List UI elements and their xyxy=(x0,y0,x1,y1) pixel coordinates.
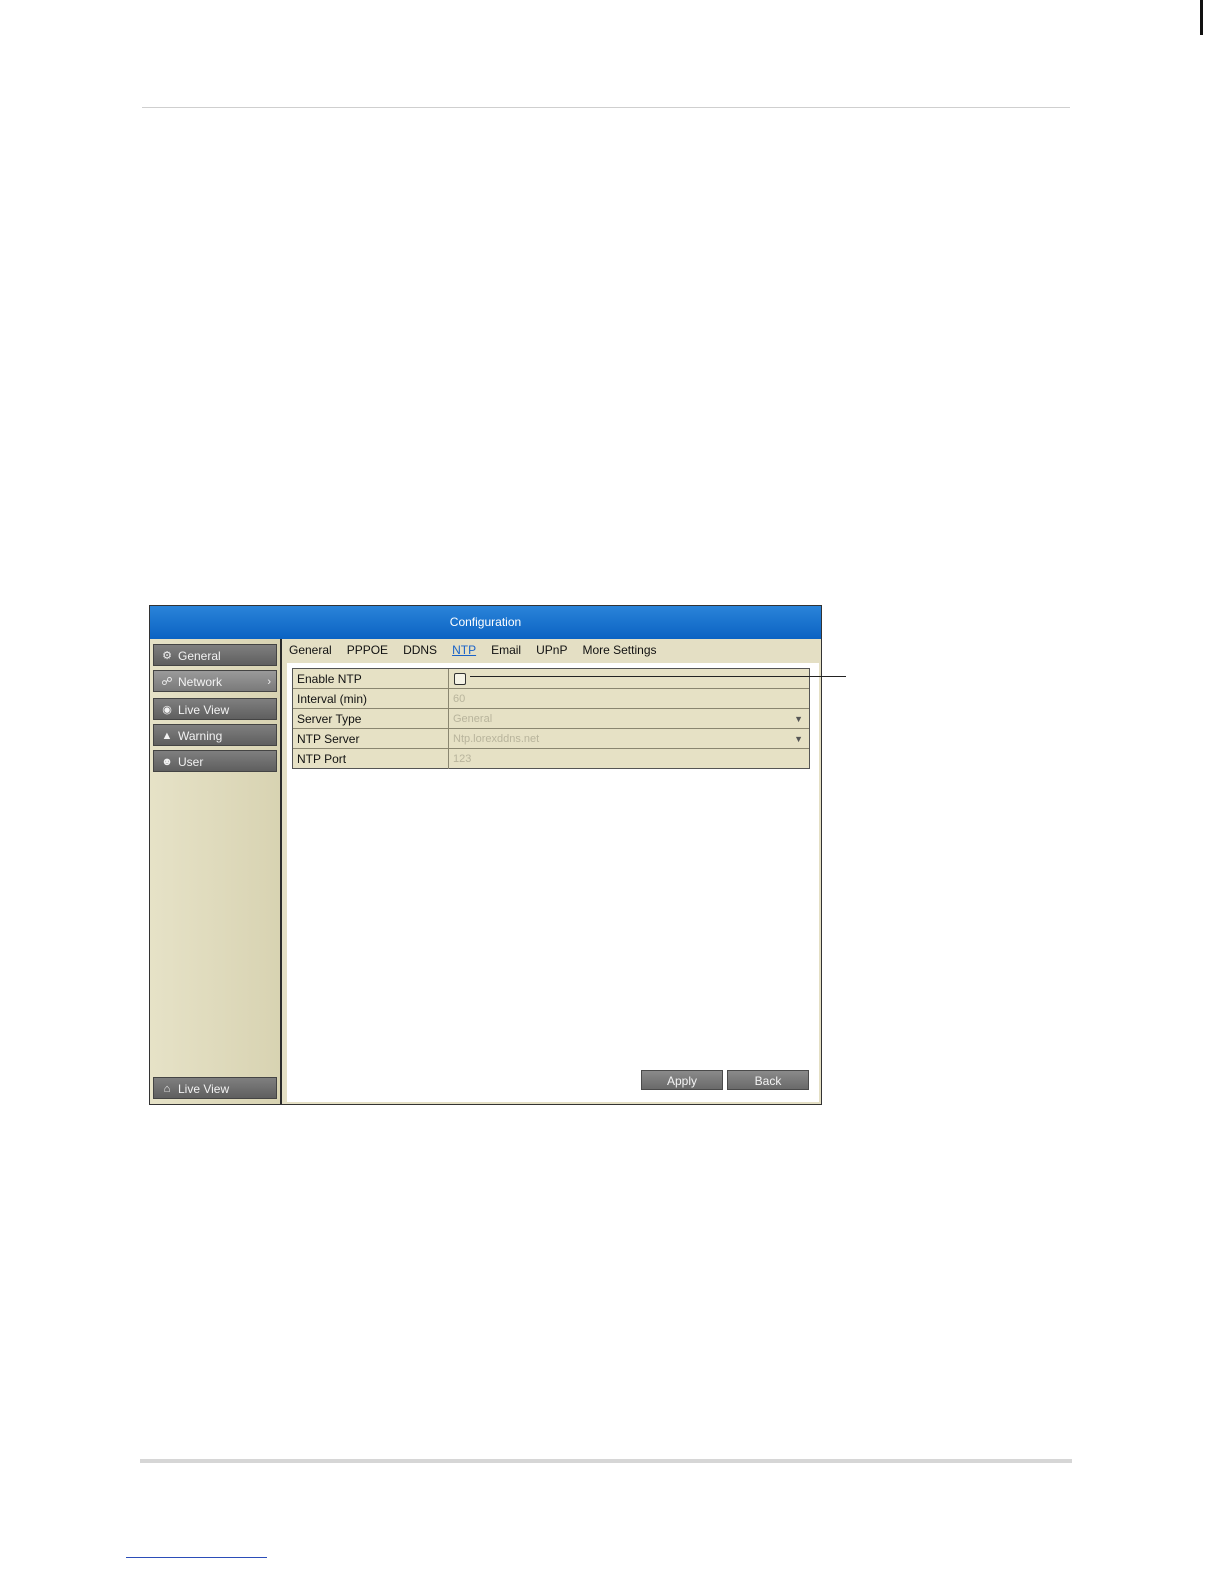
home-icon: ⌂ xyxy=(163,1083,171,1095)
tab-more-settings[interactable]: More Settings xyxy=(582,643,656,657)
tab-upnp[interactable]: UPnP xyxy=(536,643,567,657)
sidebar-item-label: Warning xyxy=(178,729,223,743)
sidebar-item-label: Live View xyxy=(178,703,230,717)
interval-field[interactable]: 60 xyxy=(453,689,805,709)
tab-general[interactable]: General xyxy=(289,643,332,657)
server-type-label: Server Type xyxy=(297,712,362,726)
server-type-select[interactable]: General ▼ xyxy=(453,709,805,729)
footer-link-underline xyxy=(126,1557,267,1558)
ntp-settings-grid: Enable NTP Interval (min) 60 Server Type… xyxy=(292,668,810,769)
row-enable-ntp: Enable NTP xyxy=(293,669,809,689)
sidebar-item-live-view[interactable]: ◉ Live View xyxy=(153,698,277,720)
warning-icon: ▲ xyxy=(161,730,173,742)
header-rule xyxy=(142,107,1070,108)
callout-line xyxy=(470,676,846,677)
window-title: Configuration xyxy=(150,606,821,639)
sidebar-item-warning[interactable]: ▲ Warning xyxy=(153,724,277,746)
tab-pppoe[interactable]: PPPOE xyxy=(347,643,388,657)
eye-icon: ◉ xyxy=(162,704,172,716)
row-ntp-server: NTP Server Ntp.lorexddns.net ▼ xyxy=(293,729,809,749)
tab-email[interactable]: Email xyxy=(491,643,521,657)
enable-ntp-checkbox[interactable] xyxy=(454,673,466,685)
chevron-down-icon: ▼ xyxy=(794,714,803,724)
column-divider xyxy=(448,669,449,688)
configuration-window: Configuration ⚙ General ☍ Network › ◉ Li… xyxy=(149,605,822,1105)
sidebar-item-general[interactable]: ⚙ General xyxy=(153,644,277,666)
chevron-down-icon: ▼ xyxy=(794,734,803,744)
row-ntp-port: NTP Port 123 xyxy=(293,749,809,769)
sidebar-item-user[interactable]: ☻ User xyxy=(153,750,277,772)
tab-bar: General PPPOE DDNS NTP Email UPnP More Setting… xyxy=(289,643,672,663)
chevron-right-icon: › xyxy=(267,676,271,688)
gear-icon: ⚙ xyxy=(162,650,172,662)
apply-button[interactable]: Apply xyxy=(641,1070,723,1090)
main-area: General PPPOE DDNS NTP Email UPnP More Setting… xyxy=(282,639,821,1104)
ntp-server-value: Ntp.lorexddns.net xyxy=(453,733,540,745)
enable-ntp-label: Enable NTP xyxy=(297,672,362,686)
sidebar-item-label: General xyxy=(178,649,221,663)
server-type-value: General xyxy=(453,713,493,725)
tab-ddns[interactable]: DDNS xyxy=(403,643,437,657)
column-divider xyxy=(448,729,449,748)
footer-rule xyxy=(140,1459,1072,1463)
network-icon: ☍ xyxy=(161,676,173,688)
sidebar-item-label: Network xyxy=(178,675,223,689)
page-corner-mark xyxy=(1200,0,1203,35)
ntp-server-select[interactable]: Ntp.lorexddns.net ▼ xyxy=(453,729,805,749)
ntp-server-label: NTP Server xyxy=(297,732,360,746)
row-interval: Interval (min) 60 xyxy=(293,689,809,709)
ntp-panel: Enable NTP Interval (min) 60 Server Type… xyxy=(287,663,819,1102)
user-icon: ☻ xyxy=(161,756,173,768)
ntp-port-label: NTP Port xyxy=(297,752,347,766)
column-divider xyxy=(448,709,449,728)
back-button[interactable]: Back xyxy=(727,1070,809,1090)
sidebar-item-label: Live View xyxy=(178,1082,230,1096)
sidebar-item-network[interactable]: ☍ Network › xyxy=(153,670,277,692)
row-server-type: Server Type General ▼ xyxy=(293,709,809,729)
sidebar-item-label: User xyxy=(178,755,204,769)
column-divider xyxy=(448,749,449,769)
sidebar-bottom-live-view[interactable]: ⌂ Live View xyxy=(153,1077,277,1099)
tab-ntp[interactable]: NTP xyxy=(452,643,476,657)
ntp-port-field[interactable]: 123 xyxy=(453,749,805,769)
interval-label: Interval (min) xyxy=(297,692,368,706)
sidebar: ⚙ General ☍ Network › ◉ Live View ▲ Warn… xyxy=(150,639,282,1104)
column-divider xyxy=(448,689,449,708)
